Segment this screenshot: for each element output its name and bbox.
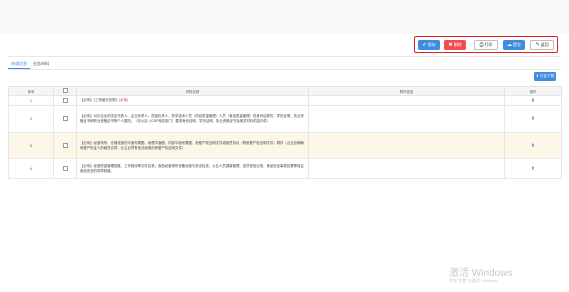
row-index: 1 — [8, 95, 54, 106]
material-name-cell: 【必传】《工商营业执照》(必传) — [76, 95, 309, 106]
row-checkbox[interactable] — [62, 165, 68, 171]
row-index: 2 — [8, 105, 54, 133]
upload-icon[interactable]: ⬆ — [531, 143, 535, 149]
delete-button-label: 删除 — [453, 42, 462, 47]
material-name-cell: 【必传】经营质量管理制度、工作程序等文件目录；食品经营场所设备设施与安全检查、从… — [76, 158, 309, 179]
table-header-row: 序号 材料名称 附件信息 操作 — [8, 86, 562, 96]
materials-table: 序号 材料名称 附件信息 操作 1 【必传】《工商营业执照》(必传) ⬆ 2 【… — [8, 86, 562, 179]
printer-icon: ⎙ — [479, 42, 484, 48]
table-row: 2 【必传】对办企业的法定代表人、企业负责人、质量负责人、药学技术人员（药品质量… — [8, 105, 562, 133]
application-page: ✔ 保存 ✖ 删除 ⎙ 打印 ☁ 提交 ↰ 返回 申请信息 业务材料 ⬇ 打包下… — [0, 0, 569, 292]
print-button[interactable]: ⎙ 打印 — [474, 40, 498, 50]
back-arrow-icon: ↰ — [535, 42, 540, 48]
upload-icon[interactable]: ⬆ — [531, 98, 535, 104]
windows-activation-hint: 转到"设置"以激活 Windows。 — [449, 278, 502, 283]
material-name: 【必传】《工商营业执照》 — [80, 98, 119, 102]
tab-application-info[interactable]: 申请信息 — [8, 59, 30, 69]
row-checkbox[interactable] — [62, 97, 68, 103]
material-name: 【必传】经营场所、仓储设施的平面布置图、地理平面图、内部平面布置图、房屋产权证明… — [80, 140, 304, 150]
upload-icon[interactable]: ⬆ — [531, 116, 535, 122]
table-row: 3 【必传】经营场所、仓储设施的平面布置图、地理平面图、内部平面布置图、房屋产权… — [8, 132, 562, 159]
tabs-divider — [8, 69, 561, 70]
row-index: 4 — [8, 158, 54, 179]
action-cell: ⬆ — [504, 105, 562, 133]
attachment-cell — [308, 158, 505, 179]
delete-button[interactable]: ✖ 删除 — [444, 40, 466, 50]
row-checkbox[interactable] — [62, 142, 68, 148]
row-checkbox-cell — [53, 132, 77, 159]
material-name-cell: 【必传】对办企业的法定代表人、企业负责人、质量负责人、药学技术人员（药品质量管理… — [76, 105, 309, 133]
header-index: 序号 — [8, 86, 54, 96]
row-checkbox-cell — [53, 95, 77, 106]
header-action: 操作 — [504, 86, 562, 96]
material-name: 【必传】对办企业的法定代表人、企业负责人、质量负责人、药学技术人员（药品质量管理… — [80, 114, 304, 123]
windows-activation-watermark: 激活 Windows — [449, 268, 513, 279]
header-select-all — [53, 86, 77, 96]
header-attachment: 附件信息 — [308, 86, 505, 96]
cloud-upload-icon: ☁ — [507, 42, 512, 48]
upload-icon[interactable]: ⬆ — [531, 166, 535, 172]
material-name-cell: 【必传】经营场所、仓储设施的平面布置图、地理平面图、内部平面布置图、房屋产权证明… — [76, 132, 309, 159]
submit-button[interactable]: ☁ 提交 — [503, 40, 525, 50]
save-button[interactable]: ✔ 保存 — [418, 40, 440, 50]
attachment-cell — [308, 95, 505, 106]
print-button-label: 打印 — [484, 42, 493, 47]
select-all-checkbox[interactable] — [62, 88, 68, 93]
row-checkbox-cell — [53, 158, 77, 179]
action-cell: ⬆ — [504, 95, 562, 106]
tab-bar: 申请信息 业务材料 — [8, 59, 52, 69]
required-tag: (必传) — [119, 98, 129, 102]
top-header-strip — [0, 0, 569, 34]
row-checkbox-cell — [53, 105, 77, 133]
back-button-label: 返回 — [540, 42, 549, 47]
table-row: 1 【必传】《工商营业执照》(必传) ⬆ — [8, 95, 562, 106]
attachment-cell — [308, 132, 505, 159]
row-checkbox[interactable] — [62, 116, 68, 121]
header-material-name: 材料名称 — [76, 86, 309, 96]
save-button-label: 保存 — [427, 42, 436, 47]
row-index: 3 — [8, 132, 54, 159]
material-name: 【必传】经营质量管理制度、工作程序等文件目录；食品经营场所设备设施与安全检查、从… — [80, 163, 304, 173]
toolbar-divider — [8, 56, 561, 57]
table-row: 4 【必传】经营质量管理制度、工作程序等文件目录；食品经营场所设备设施与安全检查… — [8, 158, 562, 179]
download-icon: ⬇ — [535, 74, 539, 78]
download-all-button[interactable]: ⬇ 打包下载 — [534, 72, 556, 81]
action-cell: ⬆ — [504, 158, 562, 179]
back-button[interactable]: ↰ 返回 — [530, 40, 554, 50]
download-all-label: 打包下载 — [539, 74, 555, 78]
action-cell: ⬆ — [504, 132, 562, 159]
submit-button-label: 提交 — [513, 42, 521, 47]
tab-business-materials[interactable]: 业务材料 — [30, 59, 52, 69]
close-icon: ✖ — [448, 42, 453, 48]
check-icon: ✔ — [422, 42, 427, 48]
attachment-cell — [308, 105, 505, 133]
